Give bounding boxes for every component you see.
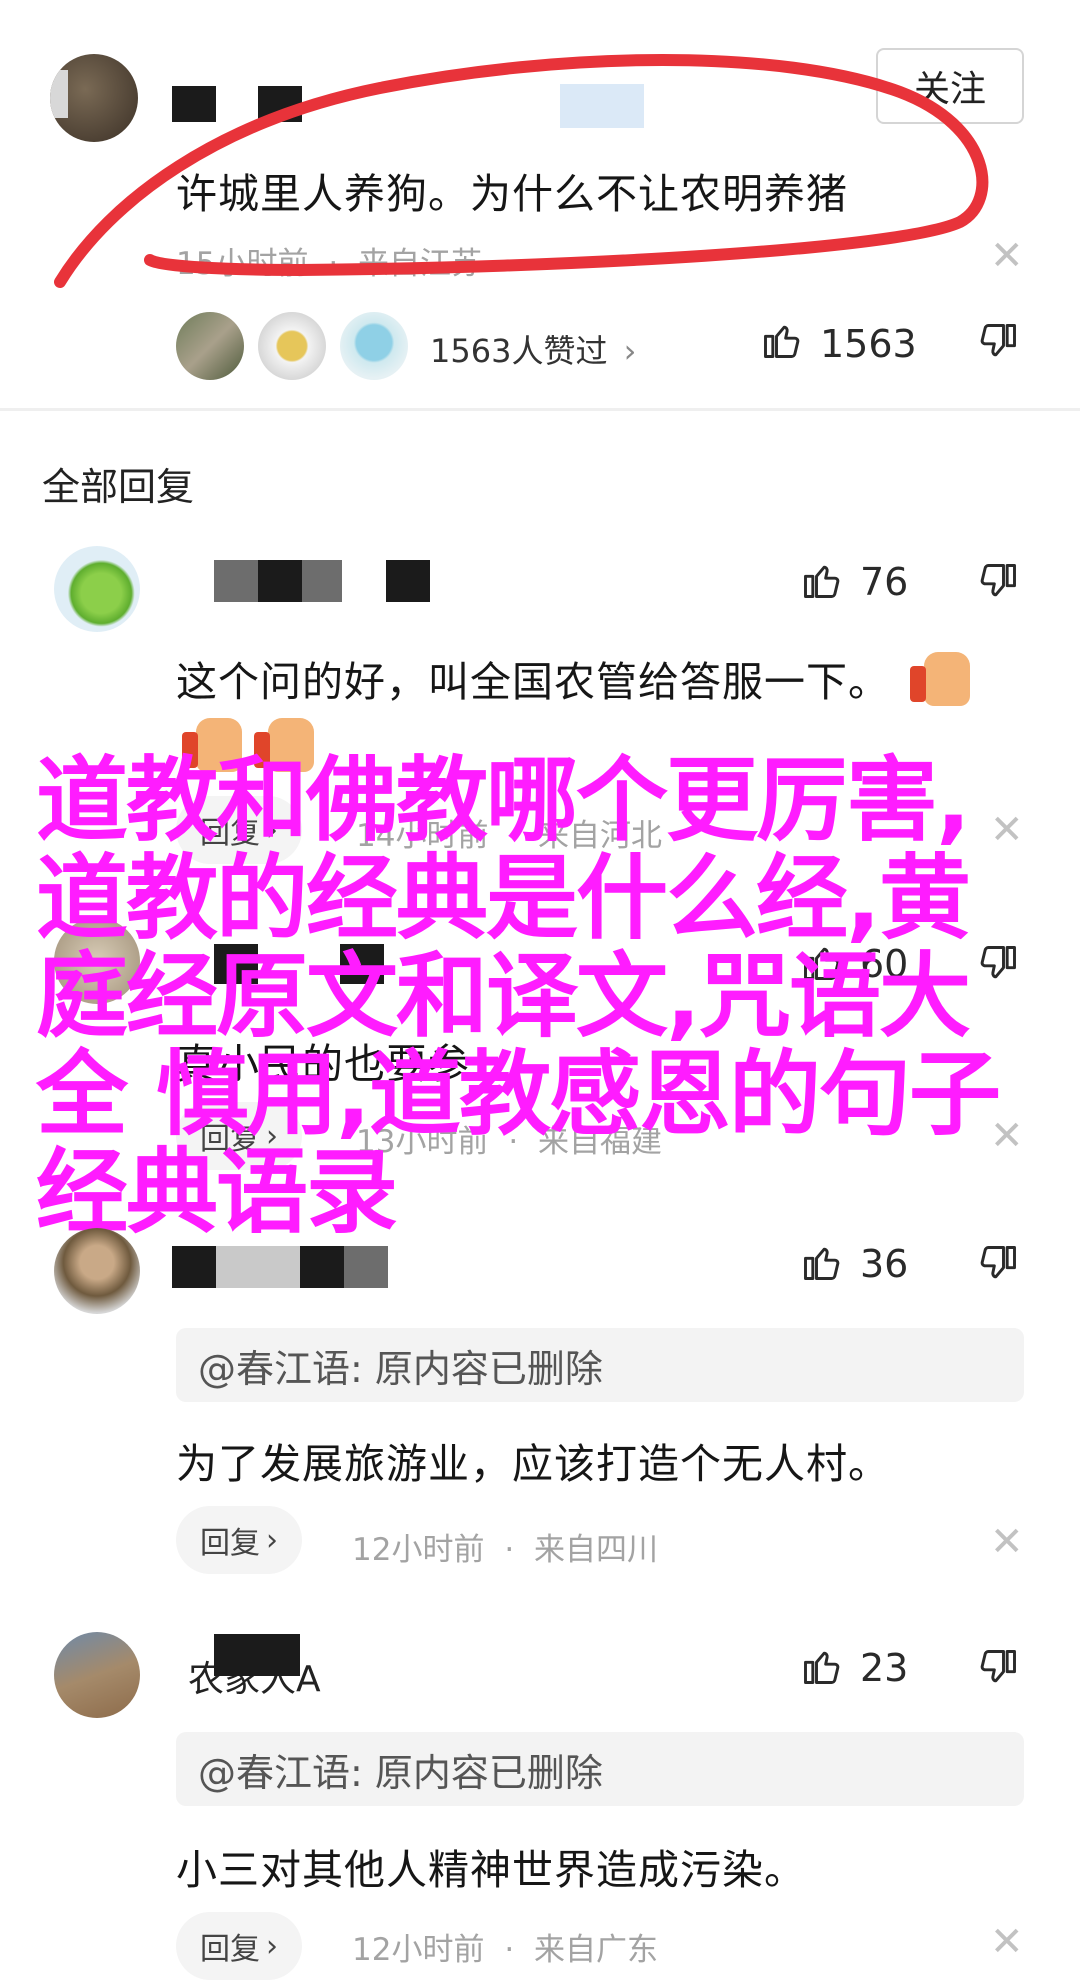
reply-content: 小三对其他人精神世界造成污染。 (176, 1846, 806, 1894)
overlay-headline: 道教和佛教哪个更厉害,道教的经典是什么经,黄庭经原文和译文,咒语大全 慎用,道教… (36, 747, 1001, 1246)
reply-avatar[interactable] (54, 1632, 140, 1718)
thumb-down-icon[interactable] (976, 560, 1020, 604)
section-divider (0, 408, 1080, 411)
thumb-up-icon[interactable] (800, 1240, 844, 1284)
reply-content: 这个问的好，叫全国农管给答服一下。 (176, 658, 890, 706)
reply-username-redacted (172, 1246, 216, 1288)
quoted-reply[interactable]: @春江语: 原内容已删除 (176, 1732, 1024, 1806)
reply-username-redacted (386, 560, 430, 602)
thumb-down-icon[interactable] (976, 1646, 1020, 1690)
reply-avatar[interactable] (54, 1228, 140, 1314)
likers-link[interactable]: 1563人赞过 › (430, 326, 636, 372)
post-like-count: 1563 (820, 322, 917, 366)
reply-button[interactable]: 回复 › (176, 1912, 302, 1980)
thumbs-up-emoji (910, 652, 970, 706)
reply-button[interactable]: 回复 › (176, 1506, 302, 1574)
reply-time: 12小时前 (352, 1532, 485, 1568)
thumb-down-icon[interactable] (976, 320, 1020, 364)
reply-username-redacted (214, 1634, 300, 1676)
reply-label: 回复 (200, 1932, 260, 1967)
likers-text: 1563人赞过 (430, 332, 608, 370)
reply-like-count: 76 (860, 560, 909, 604)
chevron-right-icon: › (266, 1522, 278, 1558)
reply-location: 来自广东 (534, 1932, 659, 1968)
reply-username-redacted (214, 560, 258, 602)
reply-avatar[interactable] (54, 546, 140, 632)
quoted-reply[interactable]: @春江语: 原内容已删除 (176, 1328, 1024, 1402)
reply-meta: 12小时前 · 来自四川 (352, 1524, 658, 1569)
close-icon[interactable]: ✕ (990, 1522, 1024, 1562)
reply-username-redacted (302, 560, 342, 602)
reply-location: 来自四川 (534, 1532, 659, 1568)
liker-avatar[interactable] (258, 312, 326, 380)
chevron-right-icon: › (266, 1928, 278, 1964)
red-annotation-circle (54, 54, 989, 288)
thumb-up-icon[interactable] (800, 558, 844, 602)
reply-content: 为了发展旅游业，应该打造个无人村。 (176, 1440, 890, 1488)
section-title: 全部回复 (42, 465, 195, 509)
meta-separator: · (504, 1932, 515, 1968)
close-icon[interactable]: ✕ (990, 1922, 1024, 1962)
reply-label: 回复 (200, 1526, 260, 1561)
reply-like-count: 23 (860, 1646, 909, 1690)
reply-username-redacted (216, 1246, 300, 1288)
reply-username-redacted (300, 1246, 344, 1288)
reply-username-redacted (258, 560, 302, 602)
chevron-right-icon: › (623, 332, 637, 370)
thumb-up-icon[interactable] (760, 318, 804, 362)
meta-separator: · (504, 1532, 515, 1568)
thumb-down-icon[interactable] (976, 1242, 1020, 1286)
reply-time: 12小时前 (352, 1932, 485, 1968)
reply-like-count: 36 (860, 1242, 909, 1286)
liker-avatar[interactable] (176, 312, 244, 380)
reply-username-redacted (344, 1246, 388, 1288)
liker-avatar[interactable] (340, 312, 408, 380)
thumb-up-icon[interactable] (800, 1644, 844, 1688)
reply-meta: 12小时前 · 来自广东 (352, 1924, 658, 1969)
